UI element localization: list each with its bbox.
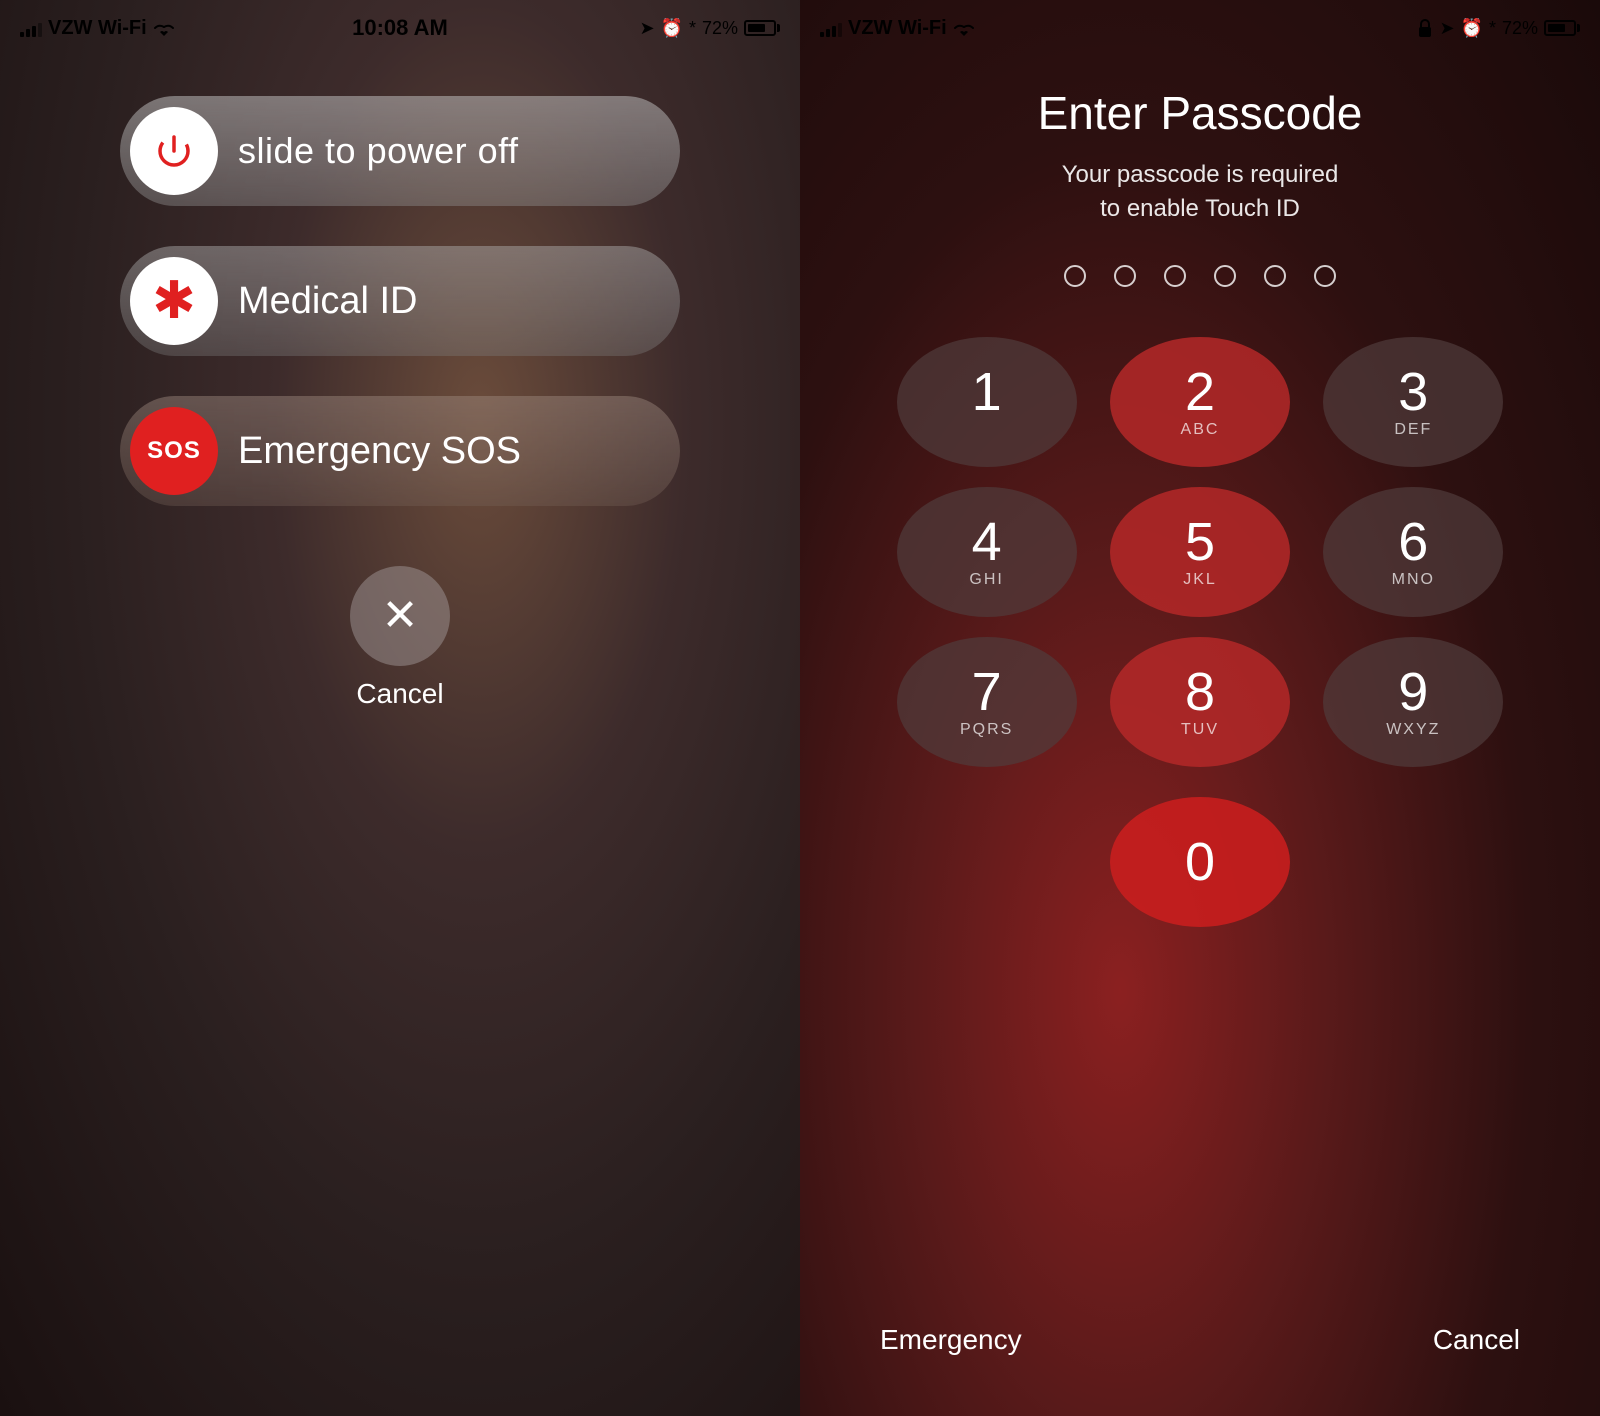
passcode-dots <box>1064 265 1336 287</box>
medical-icon: ✱ <box>152 275 196 327</box>
passcode-subtitle: Your passcode is requiredto enable Touch… <box>1062 158 1339 225</box>
power-icon <box>152 129 196 173</box>
location-icon-left: ➤ <box>639 18 654 39</box>
status-right-right: ➤ ⏰ * 72% <box>1417 18 1580 39</box>
cancel-bottom-button[interactable]: Cancel <box>1433 1324 1520 1356</box>
key-0[interactable]: 0 <box>1110 797 1290 927</box>
sos-circle: SOS <box>130 407 218 495</box>
battery-pct-right: 72% <box>1502 18 1538 39</box>
dot-3 <box>1164 265 1186 287</box>
key-5[interactable]: 5 JKL <box>1110 487 1290 617</box>
key-8[interactable]: 8 TUV <box>1110 637 1290 767</box>
cancel-label: Cancel <box>356 678 443 710</box>
left-main-content: slide to power off ✱ Medical ID SOS Emer… <box>0 56 800 1416</box>
medical-id-button[interactable]: ✱ Medical ID <box>120 246 680 356</box>
key-9[interactable]: 9 WXYZ <box>1323 637 1503 767</box>
numpad-grid: 1 2 ABC 3 DEF 4 GHI 5 JKL 6 MNO <box>890 337 1510 767</box>
slide-power-off-label: slide to power off <box>238 130 519 172</box>
carrier-right: VZW Wi-Fi <box>848 17 947 40</box>
medical-id-label: Medical ID <box>238 280 418 323</box>
phone-right-screen: VZW Wi-Fi ➤ ⏰ * 72% Enter Passcode <box>800 0 1600 1416</box>
passcode-content: Enter Passcode Your passcode is required… <box>800 56 1600 1416</box>
carrier-left: VZW Wi-Fi <box>48 17 147 40</box>
key-3[interactable]: 3 DEF <box>1323 337 1503 467</box>
signal-bars-left <box>20 19 42 37</box>
key-2[interactable]: 2 ABC <box>1110 337 1290 467</box>
zero-row: 0 <box>890 797 1510 927</box>
dot-4 <box>1214 265 1236 287</box>
power-circle <box>130 107 218 195</box>
dot-6 <box>1314 265 1336 287</box>
phone-left-screen: VZW Wi-Fi 10:08 AM ➤ ⏰ * 72% <box>0 0 800 1416</box>
wifi-icon-right <box>953 20 975 36</box>
enter-passcode-title: Enter Passcode <box>1038 86 1363 140</box>
status-bar-right: VZW Wi-Fi ➤ ⏰ * 72% <box>800 0 1600 56</box>
cancel-area: ✕ Cancel <box>350 566 450 710</box>
status-bar-left: VZW Wi-Fi 10:08 AM ➤ ⏰ * 72% <box>0 0 800 56</box>
battery-icon-right <box>1544 20 1580 36</box>
alarm-icon-left: ⏰ <box>661 18 683 39</box>
status-right-left: ➤ ⏰ * 72% <box>639 18 780 39</box>
wifi-icon-left <box>153 20 175 36</box>
emergency-sos-label: Emergency SOS <box>238 430 521 473</box>
battery-icon-left <box>744 20 780 36</box>
signal-bars-right <box>820 19 842 37</box>
dot-2 <box>1114 265 1136 287</box>
cancel-x-icon: ✕ <box>382 594 419 638</box>
key-1[interactable]: 1 <box>897 337 1077 467</box>
dot-5 <box>1264 265 1286 287</box>
battery-pct-left: 72% <box>702 18 738 39</box>
bottom-actions: Emergency Cancel <box>840 1324 1560 1416</box>
bluetooth-icon-right: * <box>1489 18 1496 39</box>
emergency-sos-button[interactable]: SOS Emergency SOS <box>120 396 680 506</box>
time-left: 10:08 AM <box>352 15 448 41</box>
bluetooth-icon-left: * <box>689 18 696 39</box>
key-7[interactable]: 7 PQRS <box>897 637 1077 767</box>
sos-icon-label: SOS <box>147 437 201 465</box>
alarm-icon-right: ⏰ <box>1461 18 1483 39</box>
dot-1 <box>1064 265 1086 287</box>
status-left-group: VZW Wi-Fi <box>20 17 175 40</box>
slide-power-off-button[interactable]: slide to power off <box>120 96 680 206</box>
location-icon-right: ➤ <box>1439 18 1454 39</box>
lock-icon-right <box>1417 18 1433 38</box>
cancel-button[interactable]: ✕ <box>350 566 450 666</box>
medical-circle: ✱ <box>130 257 218 345</box>
emergency-bottom-button[interactable]: Emergency <box>880 1324 1022 1356</box>
key-6[interactable]: 6 MNO <box>1323 487 1503 617</box>
status-left-right: VZW Wi-Fi <box>820 17 975 40</box>
key-4[interactable]: 4 GHI <box>897 487 1077 617</box>
